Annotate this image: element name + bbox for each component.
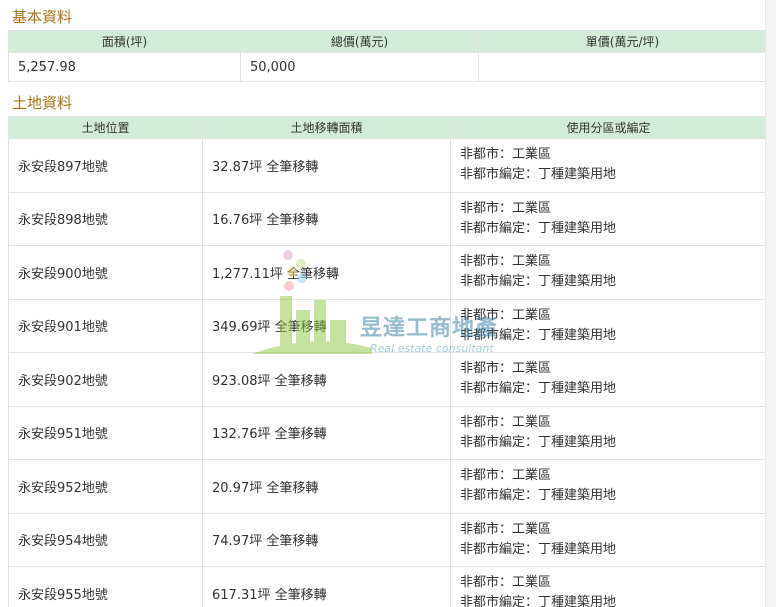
value-unit-price (478, 52, 767, 82)
scrollbar[interactable] (765, 0, 776, 607)
land-location: 永安段955地號 (8, 566, 203, 607)
zoning-district: 非都市：工業區 (460, 575, 552, 591)
header-transfer-area: 土地移轉面積 (202, 116, 451, 139)
table-row: 永安段951地號 132.76坪 全筆移轉 非都市：工業區非都市編定：丁種建築用… (8, 405, 767, 460)
land-zoning: 非都市：工業區非都市編定：丁種建築用地 (450, 512, 767, 567)
land-area: 1,277.11坪 全筆移轉 (202, 245, 451, 300)
land-info-table: 土地位置 土地移轉面積 使用分區或編定 永安段897地號 32.87坪 全筆移轉… (8, 116, 767, 607)
land-location: 永安段951地號 (8, 405, 203, 460)
page: 基本資料 面積(坪) 總價(萬元) 單價(萬元/坪) 5,257.98 50,0… (0, 0, 776, 607)
land-zoning: 非都市：工業區非都市編定：丁種建築用地 (450, 245, 767, 300)
basic-info-table: 面積(坪) 總價(萬元) 單價(萬元/坪) 5,257.98 50,000 (8, 30, 767, 82)
zoning-designation: 非都市編定：丁種建築用地 (460, 274, 617, 290)
zoning-designation: 非都市編定：丁種建築用地 (460, 488, 617, 504)
land-location: 永安段897地號 (8, 138, 203, 193)
land-area: 20.97坪 全筆移轉 (202, 459, 451, 514)
value-total-price: 50,000 (240, 52, 479, 82)
header-total-price: 總價(萬元) (240, 30, 479, 53)
land-location: 永安段901地號 (8, 298, 203, 353)
land-location: 永安段898地號 (8, 191, 203, 246)
basic-value-row: 5,257.98 50,000 (8, 52, 767, 82)
land-area: 132.76坪 全筆移轉 (202, 405, 451, 460)
land-area: 32.87坪 全筆移轉 (202, 138, 451, 193)
table-row: 永安段897地號 32.87坪 全筆移轉 非都市：工業區非都市編定：丁種建築用地 (8, 138, 767, 193)
header-area: 面積(坪) (8, 30, 241, 53)
land-zoning: 非都市：工業區非都市編定：丁種建築用地 (450, 459, 767, 514)
zoning-designation: 非都市編定：丁種建築用地 (460, 541, 617, 557)
zoning-designation: 非都市編定：丁種建築用地 (460, 434, 617, 450)
land-zoning: 非都市：工業區非都市編定：丁種建築用地 (450, 138, 767, 193)
land-location: 永安段900地號 (8, 245, 203, 300)
land-area: 923.08坪 全筆移轉 (202, 352, 451, 407)
zoning-district: 非都市：工業區 (460, 254, 552, 270)
zoning-district: 非都市：工業區 (460, 414, 552, 430)
land-location: 永安段952地號 (8, 459, 203, 514)
zoning-designation: 非都市編定：丁種建築用地 (460, 167, 617, 183)
zoning-district: 非都市：工業區 (460, 521, 552, 537)
land-zoning: 非都市：工業區非都市編定：丁種建築用地 (450, 566, 767, 607)
zoning-district: 非都市：工業區 (460, 468, 552, 484)
basic-info-title: 基本資料 (12, 8, 73, 26)
land-zoning: 非都市：工業區非都市編定：丁種建築用地 (450, 191, 767, 246)
header-location: 土地位置 (8, 116, 203, 139)
land-area: 74.97坪 全筆移轉 (202, 512, 451, 567)
table-row: 永安段900地號 1,277.11坪 全筆移轉 非都市：工業區非都市編定：丁種建… (8, 245, 767, 300)
zoning-district: 非都市：工業區 (460, 307, 552, 323)
table-row: 永安段955地號 617.31坪 全筆移轉 非都市：工業區非都市編定：丁種建築用… (8, 566, 767, 607)
land-area: 617.31坪 全筆移轉 (202, 566, 451, 607)
land-zoning: 非都市：工業區非都市編定：丁種建築用地 (450, 298, 767, 353)
land-area: 349.69坪 全筆移轉 (202, 298, 451, 353)
zoning-district: 非都市：工業區 (460, 361, 552, 377)
zoning-designation: 非都市編定：丁種建築用地 (460, 595, 617, 607)
table-row: 永安段902地號 923.08坪 全筆移轉 非都市：工業區非都市編定：丁種建築用… (8, 352, 767, 407)
zoning-designation: 非都市編定：丁種建築用地 (460, 220, 617, 236)
header-zoning: 使用分區或編定 (450, 116, 767, 139)
zoning-district: 非都市：工業區 (460, 200, 552, 216)
land-location: 永安段902地號 (8, 352, 203, 407)
zoning-designation: 非都市編定：丁種建築用地 (460, 381, 617, 397)
value-area: 5,257.98 (8, 52, 241, 82)
header-unit-price: 單價(萬元/坪) (478, 30, 767, 53)
land-header-row: 土地位置 土地移轉面積 使用分區或編定 (8, 116, 767, 139)
land-zoning: 非都市：工業區非都市編定：丁種建築用地 (450, 405, 767, 460)
table-row: 永安段901地號 349.69坪 全筆移轉 非都市：工業區非都市編定：丁種建築用… (8, 298, 767, 353)
table-row: 永安段952地號 20.97坪 全筆移轉 非都市：工業區非都市編定：丁種建築用地 (8, 459, 767, 514)
land-zoning: 非都市：工業區非都市編定：丁種建築用地 (450, 352, 767, 407)
zoning-designation: 非都市編定：丁種建築用地 (460, 327, 617, 343)
zoning-district: 非都市：工業區 (460, 147, 552, 163)
land-location: 永安段954地號 (8, 512, 203, 567)
table-row: 永安段954地號 74.97坪 全筆移轉 非都市：工業區非都市編定：丁種建築用地 (8, 512, 767, 567)
land-info-title: 土地資料 (12, 94, 73, 112)
basic-header-row: 面積(坪) 總價(萬元) 單價(萬元/坪) (8, 30, 767, 53)
land-area: 16.76坪 全筆移轉 (202, 191, 451, 246)
table-row: 永安段898地號 16.76坪 全筆移轉 非都市：工業區非都市編定：丁種建築用地 (8, 191, 767, 246)
